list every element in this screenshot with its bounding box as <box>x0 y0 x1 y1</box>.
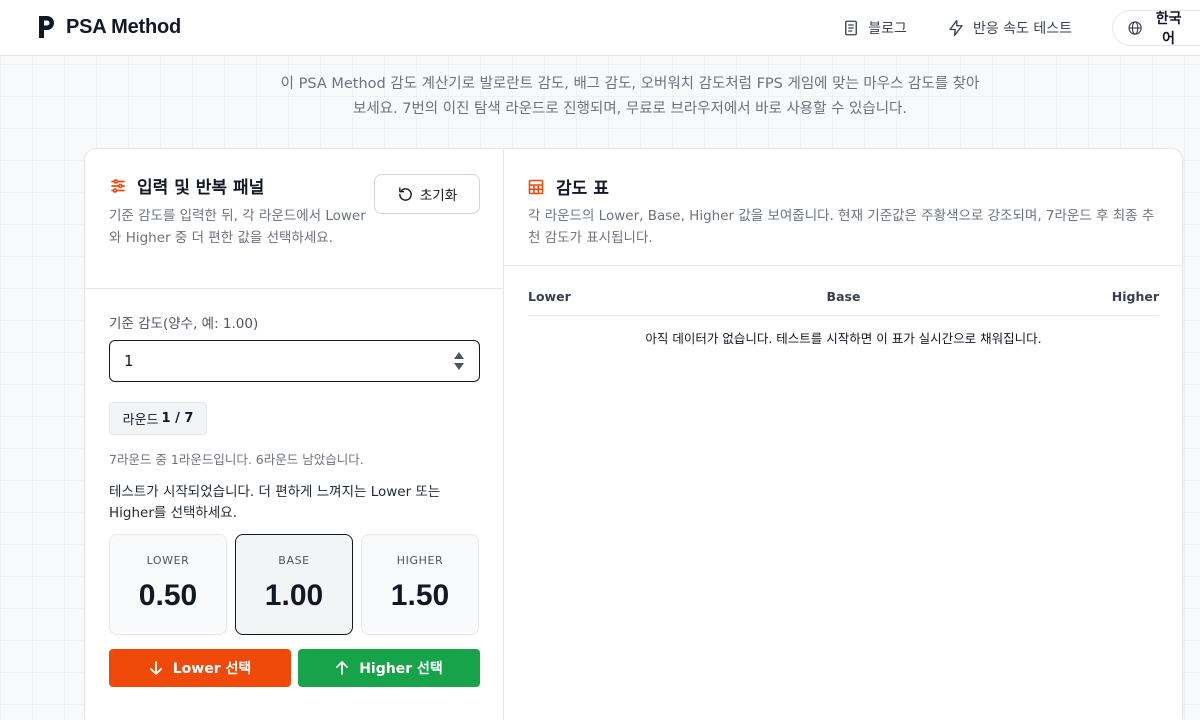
base-sensitivity-label: 기준 감도(양수, 예: 1.00) <box>109 316 259 332</box>
lower-option-label: LOWER <box>146 554 190 567</box>
globe-icon <box>1128 21 1142 35</box>
table-panel-description: 각 라운드의 Lower, Base, Higher 값을 보여줍니다. 현재 … <box>528 208 1155 246</box>
table-panel-title-text: 감도 표 <box>556 179 609 199</box>
higher-option-label: HIGHER <box>396 554 444 567</box>
base-option-card: BASE 1.00 <box>235 534 353 635</box>
base-option-value: 1.00 <box>264 579 324 612</box>
language-selector-button[interactable]: 한국어 <box>1112 10 1200 46</box>
language-label: 한국어 <box>1155 10 1182 46</box>
intro-line-1: 이 PSA Method 감도 계산기로 발로란트 감도, 배그 감도, 오버워… <box>280 76 980 92</box>
table-empty-message: 아직 데이터가 없습니다. 테스트를 시작하면 이 표가 실시간으로 채워집니다… <box>645 331 1042 346</box>
round-value: 1 / 7 <box>161 411 194 426</box>
round-info: 7라운드 중 1라운드입니다. 6라운드 남았습니다. <box>109 452 364 467</box>
lightning-icon <box>949 19 963 37</box>
round-badge: 라운드 1 / 7 <box>109 402 207 435</box>
base-sensitivity-input[interactable] <box>110 341 440 380</box>
brand-p-logo-icon <box>39 16 54 38</box>
arrow-up-icon <box>336 661 349 675</box>
sensitivity-table: Lower Base Higher 아직 데이터가 없습니다. 테스트를 시작하… <box>528 285 1159 347</box>
choose-higher-label: Higher 선택 <box>359 661 443 677</box>
sensitivity-table-panel: 감도 표 각 라운드의 Lower, Base, Higher 값을 보여줍니다… <box>504 149 1182 720</box>
table-panel-header: 감도 표 각 라운드의 Lower, Base, Higher 값을 보여줍니다… <box>504 149 1182 266</box>
calculator-card: 입력 및 반복 패널 기준 감도를 입력한 뒤, 각 라운드에서 Lower와 … <box>84 148 1183 720</box>
input-panel-description: 기준 감도를 입력한 뒤, 각 라운드에서 Lower와 Higher 중 더 … <box>109 208 366 246</box>
status-message: 테스트가 시작되었습니다. 더 편하게 느껴지는 Lower 또는 Higher… <box>109 484 441 521</box>
base-option-label: BASE <box>278 554 310 567</box>
number-stepper-icon[interactable] <box>453 350 465 372</box>
sliders-icon <box>111 178 125 193</box>
choose-higher-button[interactable]: Higher 선택 <box>298 649 480 687</box>
arrow-down-icon <box>149 661 162 675</box>
reset-button[interactable]: 초기화 <box>374 174 480 214</box>
intro-line-2: 보세요. 7번의 이진 탐색 라운드로 진행되며, 무료로 브라우저에서 바로 … <box>353 101 907 117</box>
higher-option-value: 1.50 <box>390 579 450 612</box>
brand[interactable]: PSA Method <box>36 14 181 40</box>
input-panel-title-text: 입력 및 반복 패널 <box>137 178 265 198</box>
lower-option-value: 0.50 <box>138 579 198 612</box>
input-panel-header: 입력 및 반복 패널 기준 감도를 입력한 뒤, 각 라운드에서 Lower와 … <box>85 149 504 289</box>
top-nav: 블로그 반응 속도 테스트 한국어 <box>842 10 1200 46</box>
column-header-base: Base <box>826 289 861 304</box>
document-icon <box>845 20 858 36</box>
nav-reaction-test-label: 반응 속도 테스트 <box>972 21 1072 37</box>
reset-label: 초기화 <box>419 188 458 204</box>
nav-reaction-test-link[interactable]: 반응 속도 테스트 <box>947 18 1072 38</box>
intro-text: 이 PSA Method 감도 계산기로 발로란트 감도, 배그 감도, 오버워… <box>230 72 1030 122</box>
nav-blog-link[interactable]: 블로그 <box>842 18 907 38</box>
rotate-ccw-icon <box>398 186 412 201</box>
base-sensitivity-field[interactable] <box>109 340 480 382</box>
column-header-higher: Higher <box>1111 289 1159 304</box>
round-prefix: 라운드 <box>122 413 159 428</box>
table-header-row: Lower Base Higher <box>528 285 1159 316</box>
choose-lower-label: Lower 선택 <box>172 661 252 677</box>
higher-option-card: HIGHER 1.50 <box>361 534 479 635</box>
brand-name: PSA Method <box>66 15 182 38</box>
choose-lower-button[interactable]: Lower 선택 <box>109 649 291 687</box>
nav-blog-label: 블로그 <box>868 21 907 37</box>
table-panel-title: 감도 표 <box>528 174 609 199</box>
input-panel: 입력 및 반복 패널 기준 감도를 입력한 뒤, 각 라운드에서 Lower와 … <box>85 149 504 720</box>
table-grid-icon <box>528 179 544 194</box>
input-panel-title: 입력 및 반복 패널 <box>109 173 264 198</box>
lower-option-card: LOWER 0.50 <box>109 534 227 635</box>
site-header: PSA Method 블로그 반응 속도 테스트 한국어 <box>0 0 1200 56</box>
